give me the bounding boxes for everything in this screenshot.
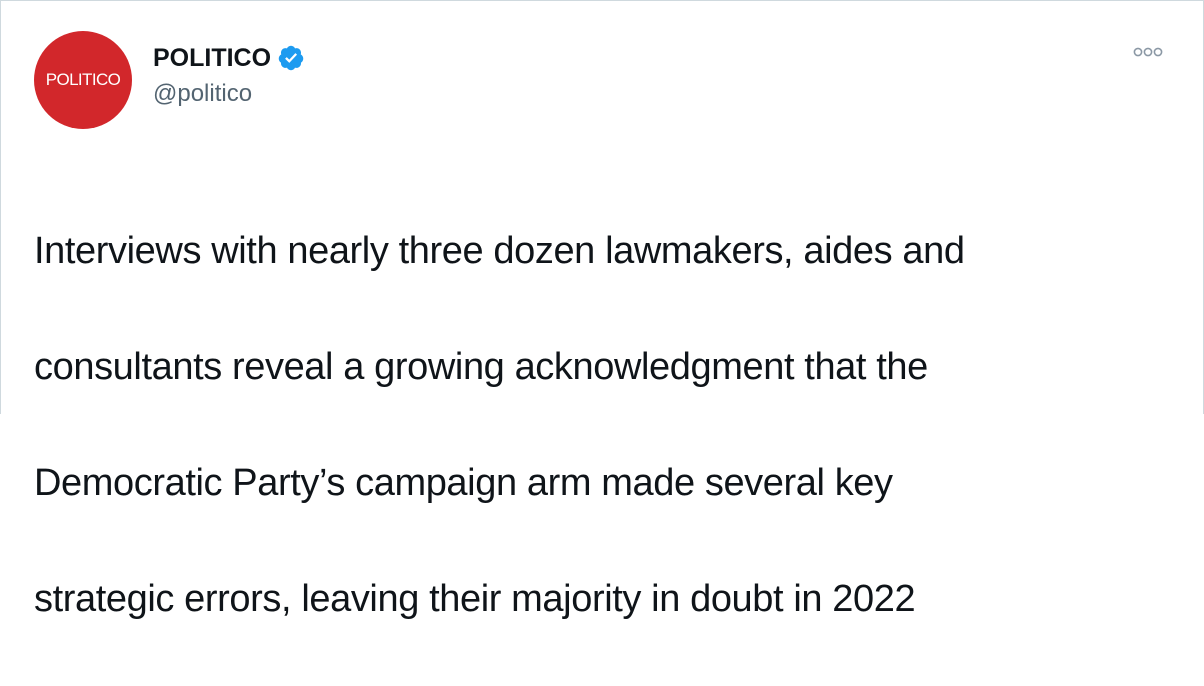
user-handle[interactable]: @politico xyxy=(153,79,305,109)
more-options-icon[interactable] xyxy=(1133,45,1163,59)
tweet-text-line: Democratic Party’s campaign arm made sev… xyxy=(34,462,893,504)
politico-logo: POLITICO xyxy=(45,70,121,89)
verified-badge-icon xyxy=(277,44,305,72)
tweet-card: POLITICO POLITICO @politico Interviews w… xyxy=(0,0,1204,620)
name-row: POLITICO xyxy=(153,41,305,75)
tweet-text-line: strategic errors, leaving their majority… xyxy=(34,578,916,620)
tweet-text-line: Interviews with nearly three dozen lawma… xyxy=(34,230,965,272)
tweet-text: Interviews with nearly three dozen lawma… xyxy=(34,164,1174,686)
avatar[interactable]: POLITICO xyxy=(34,31,132,129)
author-info: POLITICO @politico xyxy=(153,41,305,109)
tweet-text-line: consultants reveal a growing acknowledgm… xyxy=(34,346,928,388)
display-name[interactable]: POLITICO xyxy=(153,43,271,73)
